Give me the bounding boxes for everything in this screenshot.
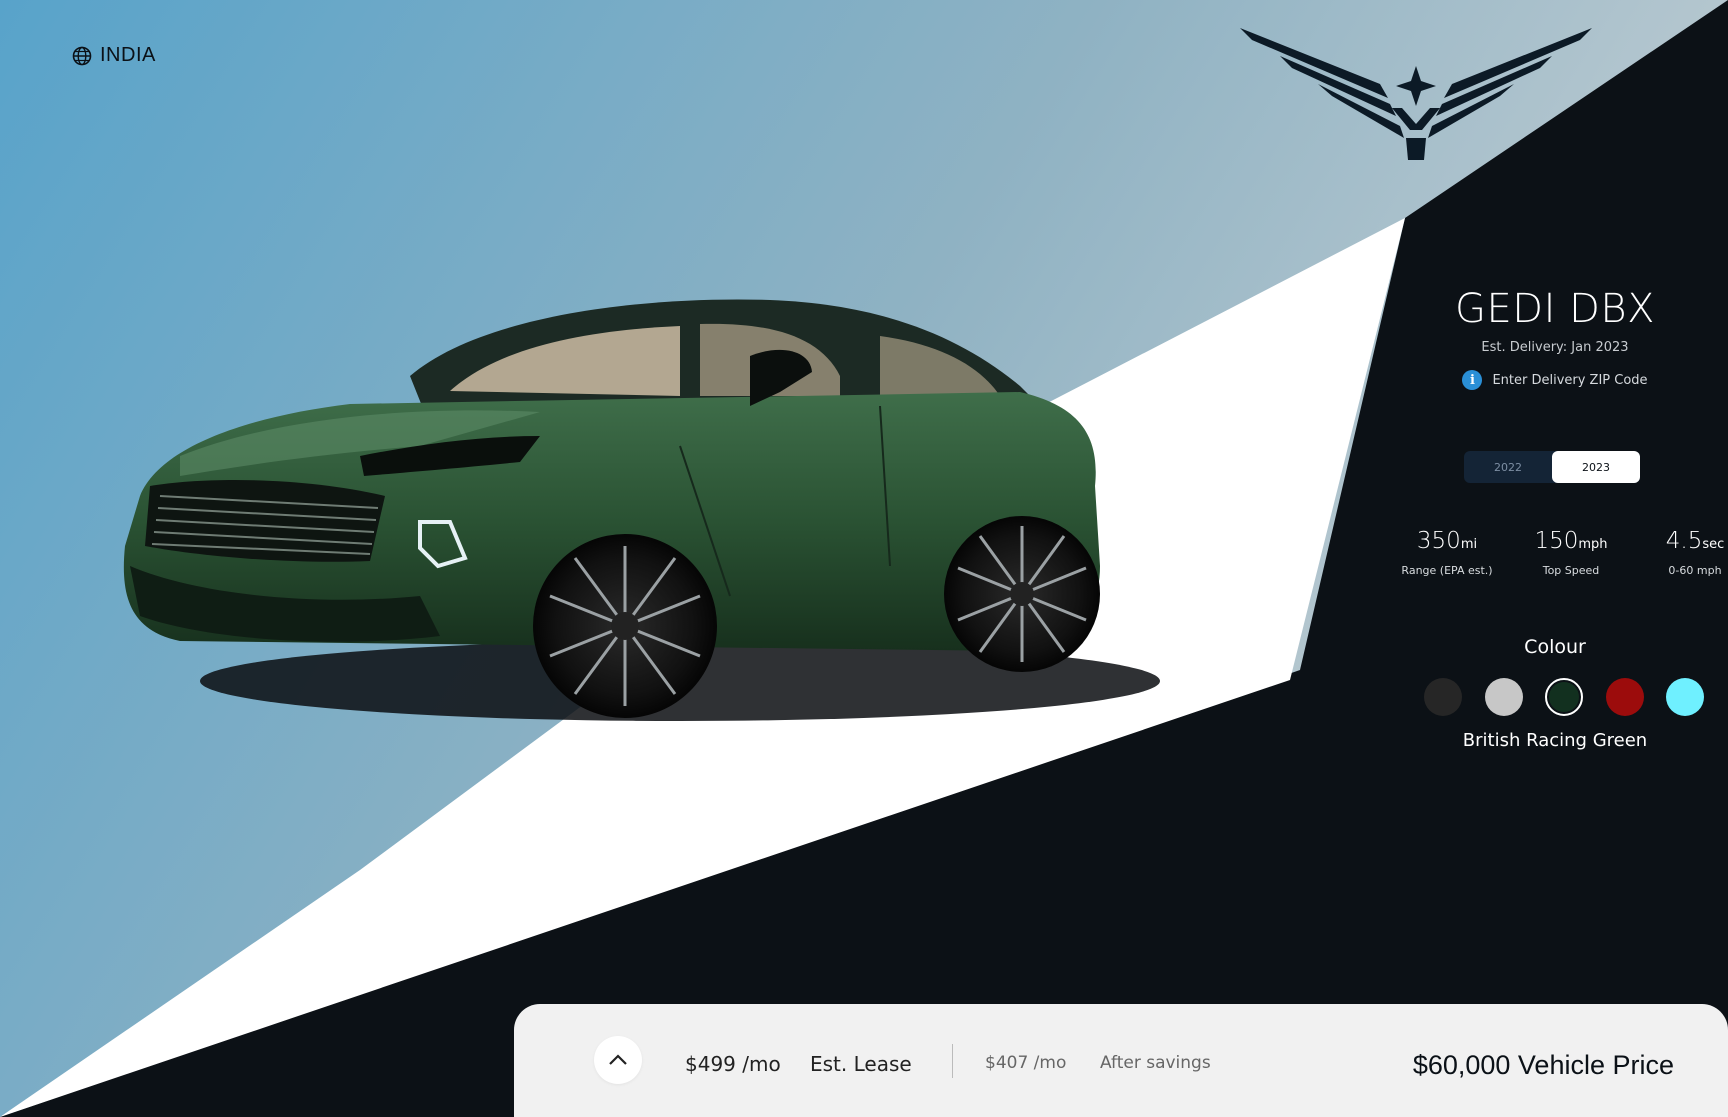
winged-star-logo-icon[interactable] xyxy=(1240,26,1592,160)
stat-value: 350 xyxy=(1416,528,1461,554)
region-label: INDIA xyxy=(100,44,156,66)
stat-acceleration: 4.5sec 0-60 mph xyxy=(1640,528,1728,577)
savings-price: $407 /mo xyxy=(985,1053,1067,1073)
stat-value: 4.5 xyxy=(1665,528,1703,554)
colour-swatch-cyan[interactable] xyxy=(1666,678,1704,716)
colour-swatch-british-racing-green[interactable] xyxy=(1545,678,1583,716)
stat-label: 0-60 mph xyxy=(1668,564,1722,577)
colour-swatch-silver[interactable] xyxy=(1484,678,1523,716)
year-option-2022[interactable]: 2022 xyxy=(1464,451,1552,483)
info-icon: i xyxy=(1462,370,1483,390)
estimated-delivery: Est. Delivery: Jan 2023 xyxy=(1481,340,1629,355)
lease-label: Est. Lease xyxy=(810,1052,912,1076)
model-title: GEDI DBX xyxy=(1455,286,1655,332)
stat-top-speed: 150mph Top Speed xyxy=(1516,528,1626,577)
model-year-toggle: 2022 2023 xyxy=(1464,451,1640,483)
car-image xyxy=(123,299,1160,721)
year-option-2023[interactable]: 2023 xyxy=(1552,451,1640,483)
stat-unit: mi xyxy=(1460,537,1478,552)
globe-icon xyxy=(72,46,92,65)
stat-label: Range (EPA est.) xyxy=(1401,564,1493,577)
savings-label: After savings xyxy=(1100,1053,1211,1073)
delivery-zip-label: Enter Delivery ZIP Code xyxy=(1492,372,1648,388)
lease-price: $499 /mo xyxy=(685,1052,781,1076)
stat-label: Top Speed xyxy=(1542,564,1600,577)
region-selector[interactable]: INDIA xyxy=(72,44,156,67)
stat-range: 350mi Range (EPA est.) xyxy=(1392,528,1502,577)
stat-unit: sec xyxy=(1702,537,1725,552)
performance-stats: 350mi Range (EPA est.) 150mph Top Speed … xyxy=(1392,528,1728,577)
selected-colour-name: British Racing Green xyxy=(1462,730,1648,751)
pricing-bar: $499 /mo Est. Lease $407 /mo After savin… xyxy=(514,1004,1728,1117)
chevron-up-icon xyxy=(609,1054,627,1065)
colour-swatch-red[interactable] xyxy=(1605,678,1644,716)
colour-swatches xyxy=(1424,678,1704,716)
stat-unit: mph xyxy=(1578,537,1608,552)
vehicle-price: $60,000 Vehicle Price xyxy=(1412,1050,1674,1080)
delivery-zip-link[interactable]: i Enter Delivery ZIP Code xyxy=(1360,370,1728,390)
expand-pricing-button[interactable] xyxy=(594,1036,642,1084)
colour-swatch-black[interactable] xyxy=(1424,678,1462,716)
colour-heading: Colour xyxy=(1524,636,1586,658)
stat-value: 150 xyxy=(1534,528,1579,554)
pricing-divider xyxy=(952,1044,953,1078)
